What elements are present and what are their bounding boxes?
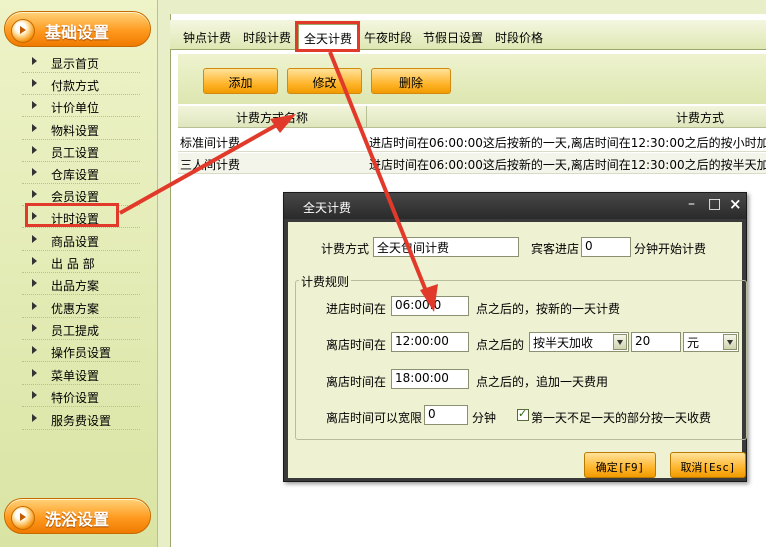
arrow-line-tab-to-field: [328, 51, 430, 297]
arrow-head: [270, 114, 296, 133]
arrow-head: [420, 284, 438, 312]
annotation-arrows: [119, 51, 438, 312]
arrow-line-sidebar-to-dialog: [119, 120, 283, 215]
